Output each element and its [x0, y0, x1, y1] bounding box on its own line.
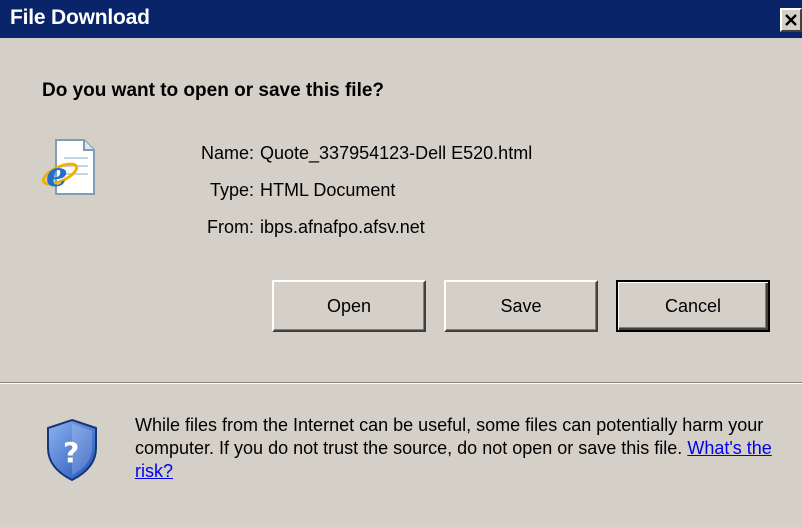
- warning-text: While files from the Internet can be use…: [135, 415, 764, 458]
- svg-text:e: e: [46, 155, 68, 195]
- file-from-value: ibps.afnafpo.afsv.net: [260, 217, 425, 237]
- svg-text:?: ?: [63, 436, 79, 469]
- file-name-row: Name: Quote_337954123-Dell E520.html: [150, 143, 532, 180]
- file-type-row: Type: HTML Document: [150, 180, 532, 217]
- separator: [0, 382, 802, 384]
- from-label: From:: [207, 217, 254, 237]
- type-label: Type:: [209, 180, 254, 200]
- file-download-dialog: File Download Do you want to open or sav…: [0, 0, 802, 527]
- warning-message: While files from the Internet can be use…: [135, 414, 785, 483]
- file-type-value: HTML Document: [260, 180, 396, 200]
- cancel-button[interactable]: Cancel: [616, 280, 770, 332]
- save-button[interactable]: Save: [444, 280, 598, 332]
- ie-document-icon: e: [36, 136, 98, 198]
- open-button[interactable]: Open: [272, 280, 426, 332]
- close-icon: [785, 14, 797, 26]
- close-button[interactable]: [780, 8, 802, 32]
- file-from-row: From: ibps.afnafpo.afsv.net: [150, 217, 532, 254]
- title-bar[interactable]: File Download: [0, 0, 802, 38]
- shield-question-icon: ?: [44, 418, 100, 482]
- window-title: File Download: [10, 6, 150, 29]
- name-label: Name:: [200, 143, 254, 163]
- dialog-question: Do you want to open or save this file?: [42, 80, 385, 101]
- file-info: Name: Quote_337954123-Dell E520.html Typ…: [150, 143, 532, 254]
- file-name-value: Quote_337954123-Dell E520.html: [260, 143, 533, 163]
